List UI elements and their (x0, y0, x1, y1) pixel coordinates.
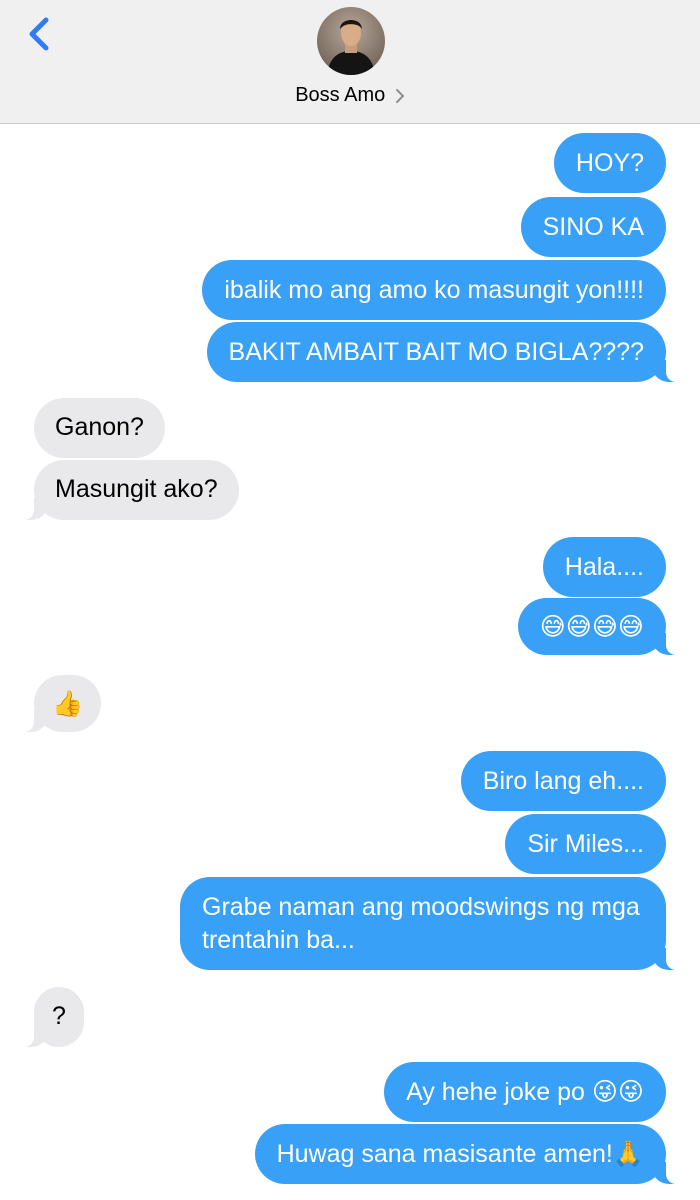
message-text: ? (52, 1002, 66, 1030)
message-bubble-outgoing[interactable]: Huwag sana masisante amen!🙏 (254, 1124, 687, 1184)
emoji-message-text: 😅😅😅😅 (539, 612, 644, 641)
message-text: Biro lang eh.... (482, 767, 644, 795)
message-text: Hala.... (564, 553, 644, 581)
thumbs-up-emoji: 👍 (52, 689, 84, 718)
message-bubble-outgoing[interactable]: SINO KA (520, 197, 666, 257)
message-bubble-outgoing[interactable]: Biro lang eh.... (460, 751, 666, 811)
message-text: Ganon? (55, 413, 144, 441)
message-text: Ay hehe joke po 😜😜 (406, 1078, 644, 1106)
message-bubble-outgoing[interactable]: 😅😅😅😅 (517, 598, 687, 655)
message-bubble-incoming[interactable]: ? (14, 987, 84, 1047)
message-bubble-outgoing[interactable]: Hala.... (542, 537, 666, 597)
message-text: Masungit ako? (55, 475, 218, 503)
message-thread: HOY? SINO KA ibalik mo ang amo ko masung… (0, 0, 700, 1200)
message-bubble-incoming[interactable]: 👍 (13, 675, 102, 732)
message-bubble-outgoing[interactable]: HOY? (553, 133, 666, 193)
message-bubble-outgoing[interactable]: Sir Miles... (505, 814, 666, 874)
message-text: BAKIT AMBAIT BAIT MO BIGLA???? (228, 338, 644, 366)
message-bubble-outgoing[interactable]: ibalik mo ang amo ko masungit yon!!!! (202, 260, 666, 320)
message-text: ibalik mo ang amo ko masungit yon!!!! (224, 276, 644, 304)
message-bubble-outgoing[interactable]: BAKIT AMBAIT BAIT MO BIGLA???? (206, 322, 687, 382)
message-text: Sir Miles... (527, 830, 644, 858)
message-text: Huwag sana masisante amen!🙏 (276, 1140, 644, 1168)
message-bubble-outgoing[interactable]: Grabe naman ang moodswings ng mga trenta… (180, 877, 686, 970)
message-bubble-outgoing[interactable]: Ay hehe joke po 😜😜 (384, 1062, 666, 1122)
message-text: HOY? (575, 149, 644, 177)
message-bubble-incoming[interactable]: Masungit ako? (14, 460, 239, 520)
message-bubble-incoming[interactable]: Ganon? (34, 398, 165, 458)
message-text: Grabe naman ang moodswings ng mga trenta… (202, 893, 640, 954)
message-text: SINO KA (542, 213, 644, 241)
